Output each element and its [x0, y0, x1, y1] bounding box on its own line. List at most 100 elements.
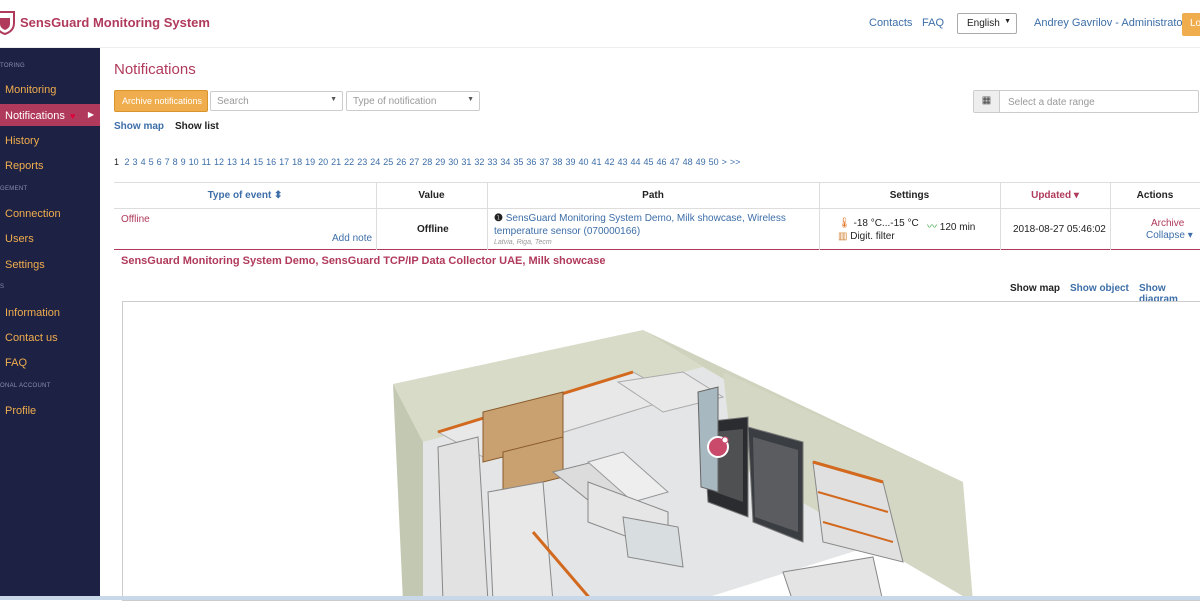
sidebar-item-reports[interactable]: Reports	[0, 154, 100, 176]
date-range-picker[interactable]: ▦ Select a date range	[973, 90, 1199, 113]
page-link[interactable]: 48	[683, 157, 693, 167]
sidebar-section-monitoring: TORING	[0, 63, 26, 69]
add-note-link[interactable]: Add note	[332, 233, 372, 244]
page-link[interactable]: 37	[539, 157, 549, 167]
page-link[interactable]: 11	[202, 157, 211, 167]
page-link[interactable]: 40	[578, 157, 588, 167]
page-link[interactable]: 38	[552, 157, 562, 167]
header-actions: Actions	[1136, 190, 1174, 201]
page-link[interactable]: 49	[696, 157, 706, 167]
show-list-link[interactable]: Show list	[175, 121, 219, 132]
faq-link[interactable]: FAQ	[922, 17, 944, 29]
language-select[interactable]: English ▼	[957, 13, 1017, 34]
page-link[interactable]: 45	[644, 157, 654, 167]
page-link[interactable]: 3	[133, 157, 138, 167]
sidebar-item-users[interactable]: Users	[0, 227, 100, 249]
page-link[interactable]: 34	[500, 157, 510, 167]
page-current[interactable]: 1	[114, 157, 119, 167]
page-link[interactable]: 33	[487, 157, 497, 167]
page-link[interactable]: 8	[173, 157, 178, 167]
calendar-icon[interactable]: ▦	[974, 91, 1000, 112]
sidebar-item-information[interactable]: Information	[0, 301, 100, 323]
page-link[interactable]: 16	[266, 157, 276, 167]
page-link[interactable]: 50	[709, 157, 719, 167]
bar-chart-icon: ▥	[838, 231, 848, 242]
page-link[interactable]: 21	[331, 157, 341, 167]
page-title: Notifications	[114, 61, 196, 78]
filter-setting: ▥ Digit. filter	[838, 231, 895, 242]
page-link[interactable]: 22	[344, 157, 354, 167]
page-link[interactable]: 25	[383, 157, 393, 167]
page-link[interactable]: 17	[279, 157, 289, 167]
sidebar-item-faq[interactable]: FAQ	[0, 351, 100, 373]
header-type-of-event[interactable]: Type of event ⬍	[114, 182, 376, 208]
page-link[interactable]: 26	[396, 157, 406, 167]
search-select[interactable]: Search ▼	[210, 91, 343, 111]
page-link[interactable]: 4	[141, 157, 146, 167]
sidebar-section-management: GEMENT	[0, 186, 28, 192]
logout-button[interactable]: Log	[1182, 13, 1200, 36]
show-map-link[interactable]: Show map	[114, 121, 164, 132]
collapse-link[interactable]: Collapse ▾	[1146, 230, 1193, 241]
page-link[interactable]: 31	[461, 157, 471, 167]
page-link[interactable]: 30	[448, 157, 458, 167]
page-link[interactable]: 39	[565, 157, 575, 167]
path-cell: ❶ SensGuard Monitoring System Demo, Milk…	[494, 212, 794, 248]
page-link[interactable]: 42	[604, 157, 614, 167]
page-link[interactable]: 29	[435, 157, 445, 167]
page-link[interactable]: 9	[181, 157, 186, 167]
page-link[interactable]: 15	[253, 157, 263, 167]
page-link[interactable]: 12	[214, 157, 224, 167]
sidebar-item-history[interactable]: History	[0, 129, 100, 151]
search-placeholder: Search	[217, 96, 249, 107]
page-link[interactable]: 2	[125, 157, 130, 167]
page-link[interactable]: 18	[292, 157, 302, 167]
sidebar-item-monitoring[interactable]: Monitoring	[0, 78, 100, 100]
page-link[interactable]: 23	[357, 157, 367, 167]
page-link[interactable]: 5	[149, 157, 154, 167]
archive-notifications-button[interactable]: Archive notifications	[114, 90, 208, 112]
path-link[interactable]: SensGuard Monitoring System Demo, Milk s…	[494, 213, 786, 237]
temperature-range: 🌡 -18 °C...-15 °C	[838, 218, 919, 229]
user-account-link[interactable]: Andrey Gavrilov - Administrator	[1034, 17, 1186, 29]
page-link[interactable]: 24	[370, 157, 380, 167]
page-link[interactable]: 10	[189, 157, 199, 167]
page-link[interactable]: 44	[631, 157, 641, 167]
page-link[interactable]: 35	[513, 157, 523, 167]
value-cell: Offline	[417, 224, 449, 235]
sidebar-item-notifications[interactable]: Notifications ♥ ▶	[0, 104, 100, 126]
object-map[interactable]	[122, 301, 1200, 601]
page-next-link[interactable]: >	[722, 157, 727, 167]
page-link[interactable]: 32	[474, 157, 484, 167]
page-link[interactable]: 6	[157, 157, 162, 167]
show-map-tab[interactable]: Show map	[1010, 283, 1060, 294]
logo-icon	[0, 11, 15, 35]
contacts-link[interactable]: Contacts	[869, 17, 912, 29]
archive-link[interactable]: Archive	[1151, 218, 1184, 229]
page-link[interactable]: 28	[422, 157, 432, 167]
page-link[interactable]: 46	[657, 157, 667, 167]
page-last-link[interactable]: >>	[730, 157, 741, 167]
filter-value: Digit. filter	[850, 231, 895, 242]
page-link[interactable]: 36	[526, 157, 536, 167]
notification-type-select[interactable]: Type of notification ▼	[346, 91, 480, 111]
sidebar-item-connection[interactable]: Connection	[0, 202, 100, 224]
page-link[interactable]: 20	[318, 157, 328, 167]
bottom-scrollbar[interactable]	[0, 596, 1200, 600]
page-link[interactable]: 47	[670, 157, 680, 167]
page-link[interactable]: 27	[409, 157, 419, 167]
page-link[interactable]: 7	[165, 157, 170, 167]
page-link[interactable]: 14	[240, 157, 250, 167]
page-link[interactable]: 13	[227, 157, 237, 167]
header-value: Value	[418, 190, 445, 201]
brand-title[interactable]: SensGuard Monitoring System	[20, 15, 210, 30]
header-updated[interactable]: Updated ▾	[1000, 182, 1110, 208]
sidebar-item-profile[interactable]: Profile	[0, 399, 100, 421]
sidebar-item-contact-us[interactable]: Contact us	[0, 326, 100, 348]
pagination: 1 2 3 4 5 6 7 8 9 10 11 12 13 14 15 16 17 18 19 20 21 22 23 24…	[114, 157, 743, 167]
page-link[interactable]: 19	[305, 157, 315, 167]
page-link[interactable]: 41	[591, 157, 601, 167]
page-link[interactable]: 43	[618, 157, 628, 167]
show-object-tab[interactable]: Show object	[1070, 283, 1129, 294]
sidebar-item-settings[interactable]: Settings	[0, 253, 100, 275]
